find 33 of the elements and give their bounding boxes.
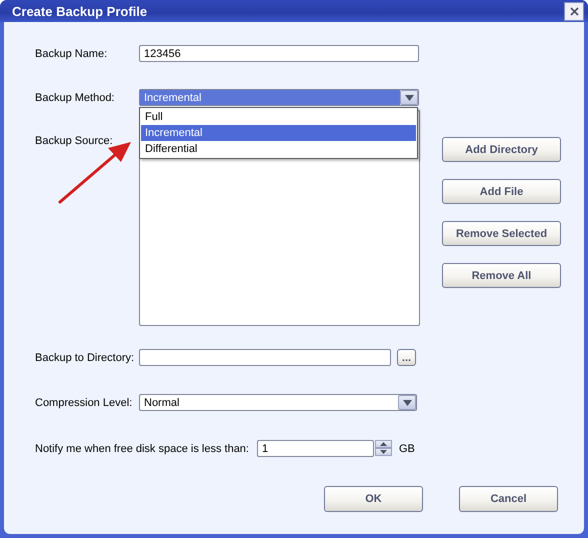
directory-field[interactable] [139, 349, 391, 366]
dropdown-button[interactable] [400, 90, 418, 105]
window-title: Create Backup Profile [12, 4, 148, 18]
spin-field[interactable]: 1 [257, 440, 374, 457]
dropdown-option[interactable]: Full [141, 109, 416, 125]
spin-up-button[interactable] [375, 440, 392, 448]
source-action-button[interactable]: Add Directory [442, 137, 561, 162]
backup-method-dropdown[interactable]: Incremental [139, 89, 419, 106]
source-action-button[interactable]: Remove All [442, 263, 561, 288]
dropdown-option[interactable]: Incremental [141, 125, 416, 141]
cancel-button[interactable]: Cancel [459, 486, 558, 512]
compression-dropdown[interactable]: Normal [139, 394, 417, 411]
close-icon [570, 6, 578, 16]
field-label: Backup Method: [35, 92, 116, 104]
ok-button[interactable]: OK [324, 486, 423, 512]
caret-icon [402, 400, 412, 406]
field-label: Backup Source: [35, 135, 113, 147]
dropdown-option[interactable]: Differential [141, 141, 416, 157]
field-label: Notify me when free disk space is less than: [35, 442, 250, 454]
source-action-button[interactable]: Remove Selected [442, 221, 561, 246]
source-action-button[interactable]: Add File [442, 179, 561, 204]
close-button[interactable] [564, 2, 584, 20]
up-arrow-icon [380, 442, 387, 446]
caret-icon [404, 94, 414, 100]
field-label: Backup Name: [35, 48, 108, 60]
spin-down-button[interactable] [375, 448, 392, 456]
field-label: Backup to Directory: [35, 352, 136, 364]
browse-button[interactable]: ... [397, 349, 416, 366]
dropdown-button[interactable] [398, 395, 416, 410]
down-arrow-icon [380, 450, 387, 454]
field-label: Compression Level: [35, 396, 134, 408]
backup-name-field[interactable]: 123456 [139, 45, 419, 62]
unit-label: GB [399, 442, 415, 454]
